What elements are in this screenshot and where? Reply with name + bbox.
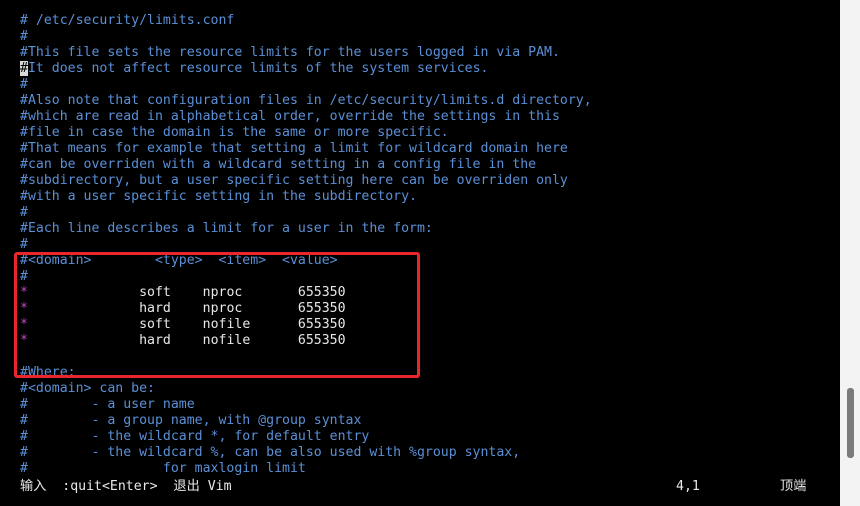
editor-line: #This file sets the resource limits for … <box>20 45 560 60</box>
scroll-percent: 顶端 <box>780 479 807 494</box>
wildcard-domain: * <box>20 285 28 300</box>
editor-line: # - a group name, with @group syntax <box>20 413 362 428</box>
editor-buffer[interactable]: # /etc/security/limits.conf # #This file… <box>20 13 592 477</box>
limit-entry-values: soft nproc 655350 <box>27 285 346 300</box>
editor-line: #file in case the domain is the same or … <box>20 125 449 140</box>
editor-line: # <box>20 237 28 252</box>
editor-line: #<domain> can be: <box>20 381 155 396</box>
editor-line: # <box>20 205 28 220</box>
editor-line: # - a user name <box>20 397 195 412</box>
editor-line: # - the wildcard %, can be also used wit… <box>20 445 521 460</box>
scrollbar-thumb[interactable] <box>847 388 854 458</box>
wildcard-domain: * <box>20 317 28 332</box>
editor-line: #That means for example that setting a l… <box>20 141 568 156</box>
editor-line: #with a user specific setting in the sub… <box>20 189 417 204</box>
editor-line-blank <box>20 349 592 365</box>
limit-entry-values: soft nofile 655350 <box>27 317 346 332</box>
editor-line: #Also note that configuration files in /… <box>20 93 592 108</box>
editor-line: # <box>20 29 28 44</box>
limit-entry: * hard nproc 655350 <box>20 301 592 317</box>
limit-entry-values: hard nofile 655350 <box>27 333 346 348</box>
editor-line: #Where: <box>20 365 76 380</box>
editor-line: # - the wildcard *, for default entry <box>20 429 370 444</box>
text-cursor: # <box>20 61 28 76</box>
editor-line: # <box>20 269 28 284</box>
editor-line: #Each line describes a limit for a user … <box>20 221 433 236</box>
vim-status-bar: 输入 :quit<Enter> 退出 Vim 4,1 顶端 <box>0 477 840 497</box>
editor-line: #subdirectory, but a user specific setti… <box>20 173 568 188</box>
editor-line: # /etc/security/limits.conf <box>20 13 235 28</box>
cursor-position: 4,1 <box>676 479 700 494</box>
editor-line: # <box>20 77 28 92</box>
editor-line: #can be overriden with a wildcard settin… <box>20 157 537 172</box>
limit-entry-values: hard nproc 655350 <box>27 301 346 316</box>
editor-line: # for maxlogin limit <box>20 461 306 476</box>
editor-line-cursor[interactable]: #It does not affect resource limits of t… <box>20 61 592 77</box>
limit-entry: * hard nofile 655350 <box>20 333 592 349</box>
terminal-window[interactable]: # /etc/security/limits.conf # #This file… <box>0 0 840 506</box>
cursor-line-rest: It does not affect resource limits of th… <box>27 61 489 76</box>
editor-line: #which are read in alphabetical order, o… <box>20 109 560 124</box>
status-message: 输入 :quit<Enter> 退出 Vim <box>20 479 232 494</box>
limit-entry: * soft nproc 655350 <box>20 285 592 301</box>
wildcard-domain: * <box>20 333 28 348</box>
limit-entry: * soft nofile 655350 <box>20 317 592 333</box>
wildcard-domain: * <box>20 301 28 316</box>
editor-line: #<domain> <type> <item> <value> <box>20 253 338 268</box>
